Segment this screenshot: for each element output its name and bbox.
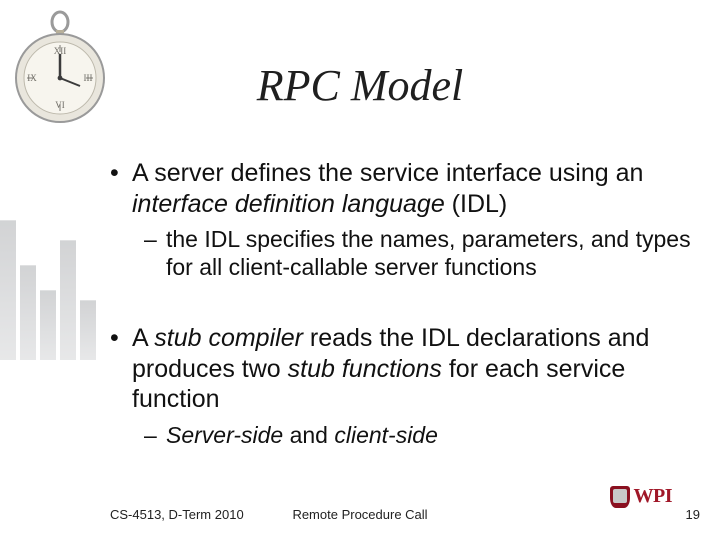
shield-icon: [610, 486, 630, 508]
text: A server defines the service interface u…: [132, 159, 643, 187]
emphasis: client-side: [334, 422, 438, 448]
text: and: [283, 422, 334, 448]
emphasis: Server-side: [166, 422, 283, 448]
footer-center: Remote Procedure Call: [0, 507, 720, 522]
bullet-2-text: A stub compiler reads the IDL declaratio…: [132, 323, 700, 415]
bullet-1-text: A server defines the service interface u…: [132, 158, 700, 219]
slide-body: • A server defines the service interface…: [110, 158, 700, 467]
decorative-bars: [0, 150, 96, 360]
slide-title: RPC Model: [0, 60, 720, 111]
wpi-logo: WPI: [610, 485, 673, 508]
sub-bullet-1: – the IDL specifies the names, parameter…: [144, 225, 700, 281]
text: A: [132, 324, 154, 352]
sub-marker: –: [144, 421, 166, 449]
bullet-marker: •: [110, 158, 132, 219]
sub-bullet-2-text: Server-side and client-side: [166, 421, 700, 449]
slide: XII III VI IX RPC Model • A server defin…: [0, 0, 720, 540]
logo-text: WPI: [634, 485, 673, 508]
sub-bullet-2: – Server-side and client-side: [144, 421, 700, 449]
page-number: 19: [686, 507, 700, 522]
bullet-marker: •: [110, 323, 132, 415]
slide-footer: CS-4513, D-Term 2010 Remote Procedure Ca…: [0, 492, 720, 522]
emphasis: stub functions: [288, 355, 442, 383]
bullet-2: • A stub compiler reads the IDL declarat…: [110, 323, 700, 415]
emphasis: interface definition language: [132, 190, 445, 218]
sub-marker: –: [144, 225, 166, 281]
text: (IDL): [445, 190, 508, 218]
sub-bullet-1-text: the IDL specifies the names, parameters,…: [166, 225, 700, 281]
bullet-1: • A server defines the service interface…: [110, 158, 700, 219]
emphasis: stub compiler: [154, 324, 303, 352]
